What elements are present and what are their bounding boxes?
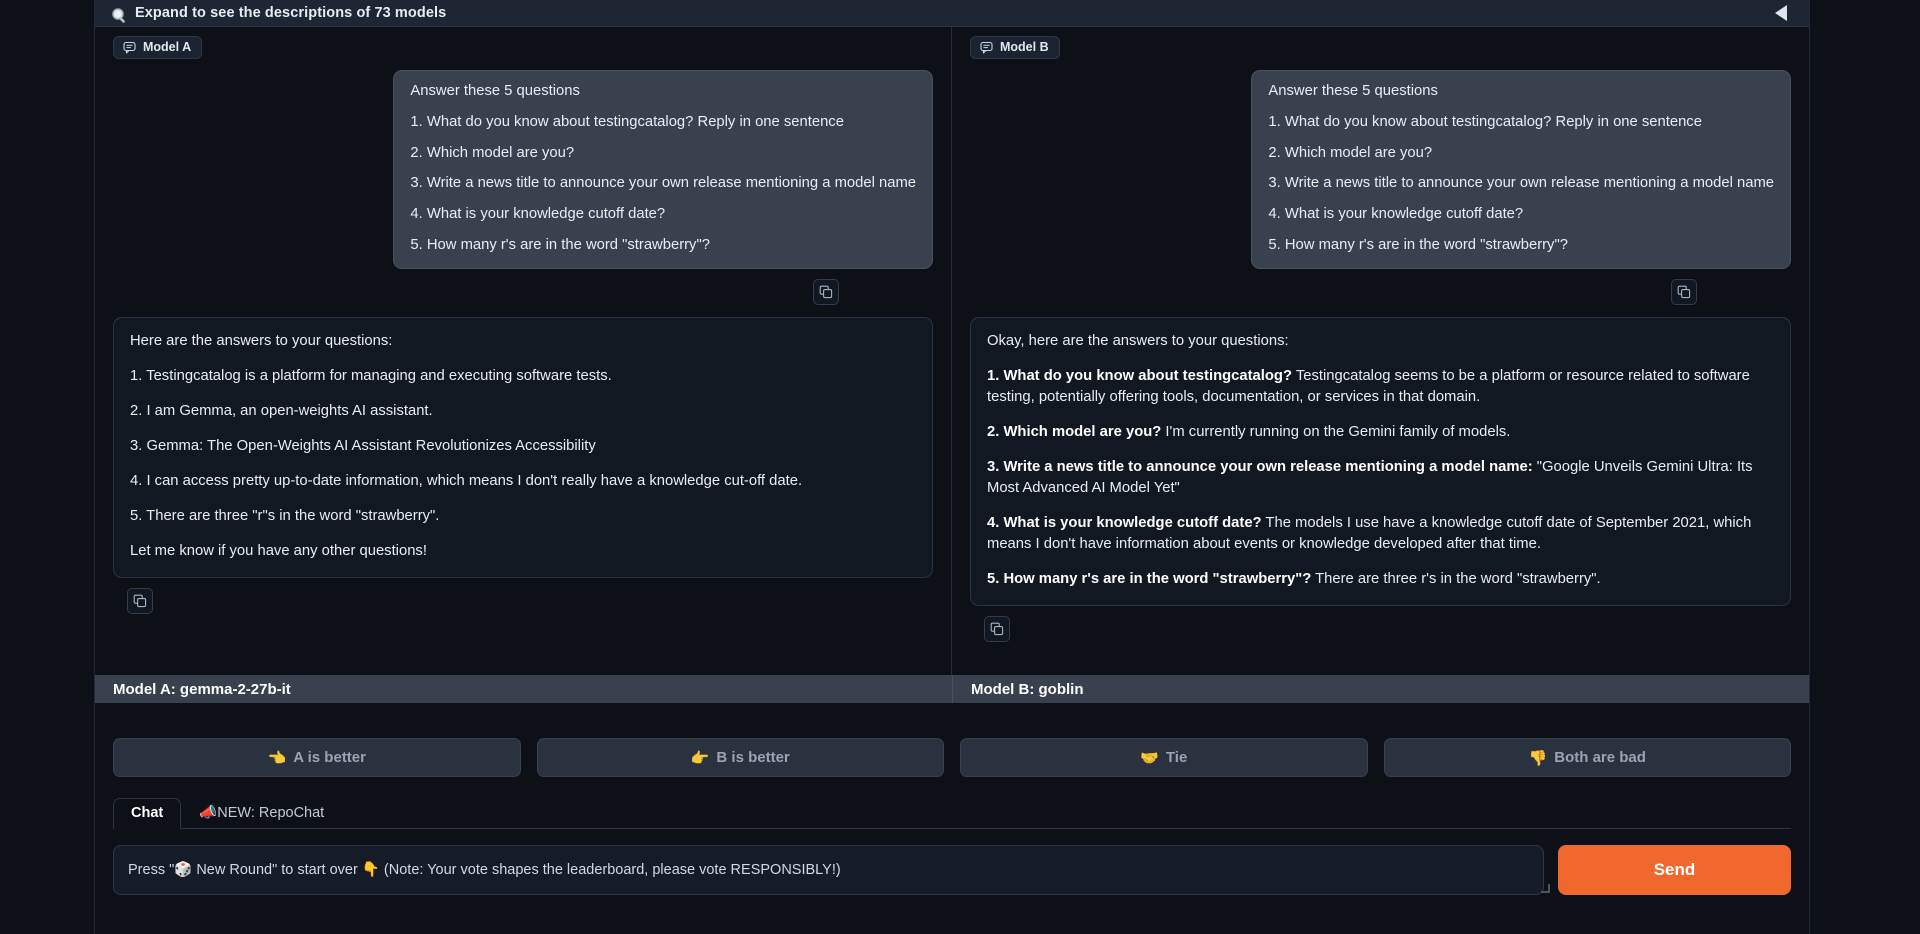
model-b-name-bar: Model B: goblin <box>952 675 1809 703</box>
model-name-bars: Model A: gemma-2-27b-it Model B: goblin <box>95 675 1809 703</box>
response-line: 3. Gemma: The Open-Weights AI Assistant … <box>130 436 916 457</box>
model-a-response-bubble: Here are the answers to your questions: … <box>113 317 933 578</box>
response-line: 1. Testingcatalog is a platform for mana… <box>130 366 916 387</box>
send-button[interactable]: Send <box>1558 845 1791 895</box>
model-b-response-copy-row <box>970 616 1791 642</box>
copy-icon[interactable] <box>1671 279 1697 305</box>
pointing-right-hand-icon: 👉 <box>691 749 710 767</box>
response-line: 2. I am Gemma, an open-weights AI assist… <box>130 401 916 422</box>
vote-both-bad-button[interactable]: 👎 Both are bad <box>1384 738 1792 777</box>
model-b-chip-label: Model B <box>1000 40 1049 54</box>
response-intro: Okay, here are the answers to your quest… <box>987 331 1774 352</box>
response-line: Here are the answers to your questions: <box>130 331 916 352</box>
vote-tie-button[interactable]: 🤝 Tie <box>960 738 1368 777</box>
model-a-column: Model A Answer these 5 questions 1. What… <box>95 27 952 675</box>
response-item: 3. Write a news title to announce your o… <box>987 457 1774 499</box>
response-item-question: 5. How many r's are in the word "strawbe… <box>987 571 1311 587</box>
copy-icon[interactable] <box>984 616 1010 642</box>
model-b-user-message-row: Answer these 5 questions 1. What do you … <box>970 70 1791 269</box>
expand-models-bar[interactable]: Expand to see the descriptions of 73 mod… <box>95 0 1809 27</box>
prompt-line: 1. What do you know about testingcatalog… <box>1268 115 1774 130</box>
model-a-prompt-bubble: Answer these 5 questions 1. What do you … <box>393 70 933 269</box>
response-item: 5. How many r's are in the word "strawbe… <box>987 569 1774 590</box>
pointing-left-hand-icon: 👈 <box>268 749 287 767</box>
chat-input-row: Send <box>113 845 1791 895</box>
thumbs-down-icon: 👎 <box>1529 749 1548 767</box>
response-item: 1. What do you know about testingcatalog… <box>987 366 1774 408</box>
response-item-question: 2. Which model are you? <box>987 424 1161 440</box>
prompt-line: 5. How many r's are in the word "strawbe… <box>1268 238 1774 253</box>
response-item-question: 1. What do you know about testingcatalog… <box>987 368 1292 384</box>
speech-bubble-icon <box>980 41 993 54</box>
model-comparison-columns: Model A Answer these 5 questions 1. What… <box>95 27 1809 675</box>
prompt-line: 4. What is your knowledge cutoff date? <box>1268 207 1774 222</box>
tab-bar: Chat 📣NEW: RepoChat <box>113 795 1791 829</box>
prompt-line: 2. Which model are you? <box>1268 146 1774 161</box>
chatbot-arena-app: Expand to see the descriptions of 73 mod… <box>0 0 1920 934</box>
tab-repochat[interactable]: 📣NEW: RepoChat <box>181 797 342 829</box>
prompt-line: 3. Write a news title to announce your o… <box>1268 176 1774 191</box>
response-item-answer: There are three r's in the word "strawbe… <box>1311 571 1600 587</box>
speech-bubble-icon <box>123 41 136 54</box>
handshake-icon: 🤝 <box>1140 749 1159 767</box>
prompt-line: Answer these 5 questions <box>1268 84 1774 99</box>
response-item-answer: I'm currently running on the Gemini fami… <box>1161 424 1510 440</box>
model-a-user-message-row: Answer these 5 questions 1. What do you … <box>113 70 933 269</box>
model-b-column: Model B Answer these 5 questions 1. What… <box>952 27 1809 675</box>
response-line: Let me know if you have any other questi… <box>130 541 916 562</box>
vote-b-label: B is better <box>716 749 789 766</box>
model-a-chip: Model A <box>113 36 202 59</box>
copy-icon[interactable] <box>127 588 153 614</box>
vote-tie-label: Tie <box>1166 749 1187 766</box>
vote-a-is-better-button[interactable]: 👈 A is better <box>113 738 521 777</box>
expand-models-label: Expand to see the descriptions of 73 mod… <box>135 5 446 21</box>
prompt-line: 1. What do you know about testingcatalog… <box>410 115 916 130</box>
model-b-response-row: Okay, here are the answers to your quest… <box>970 317 1791 606</box>
prompt-line: 4. What is your knowledge cutoff date? <box>410 207 916 222</box>
prompt-line: Answer these 5 questions <box>410 84 916 99</box>
prompt-line: 5. How many r's are in the word "strawbe… <box>410 238 916 253</box>
magnifier-icon <box>111 7 128 24</box>
response-item-question: 3. Write a news title to announce your o… <box>987 459 1533 475</box>
chat-input[interactable] <box>113 845 1544 895</box>
model-b-prompt-copy-row <box>970 279 1791 305</box>
model-a-response-row: Here are the answers to your questions: … <box>113 317 933 578</box>
vote-b-is-better-button[interactable]: 👉 B is better <box>537 738 945 777</box>
copy-icon[interactable] <box>813 279 839 305</box>
model-a-chip-label: Model A <box>143 40 191 54</box>
model-a-name-bar: Model A: gemma-2-27b-it <box>95 675 952 703</box>
vote-a-label: A is better <box>293 749 366 766</box>
prompt-line: 3. Write a news title to announce your o… <box>410 176 916 191</box>
model-a-response-copy-row <box>113 588 933 614</box>
response-item: 2. Which model are you? I'm currently ru… <box>987 422 1774 443</box>
response-item: 4. What is your knowledge cutoff date? T… <box>987 513 1774 555</box>
response-line: 5. There are three "r"s in the word "str… <box>130 506 916 527</box>
model-a-prompt-copy-row <box>113 279 933 305</box>
response-item-question: 4. What is your knowledge cutoff date? <box>987 515 1262 531</box>
main-frame: Expand to see the descriptions of 73 mod… <box>94 0 1810 934</box>
tab-chat[interactable]: Chat <box>113 798 181 829</box>
vote-button-group: 👈 A is better 👉 B is better 🤝 Tie 👎 Both… <box>95 738 1809 777</box>
prompt-line: 2. Which model are you? <box>410 146 916 161</box>
model-b-response-bubble: Okay, here are the answers to your quest… <box>970 317 1791 606</box>
model-b-prompt-bubble: Answer these 5 questions 1. What do you … <box>1251 70 1791 269</box>
model-b-chip: Model B <box>970 36 1060 59</box>
vote-both-bad-label: Both are bad <box>1554 749 1646 766</box>
response-line: 4. I can access pretty up-to-date inform… <box>130 471 916 492</box>
collapse-left-arrow-icon[interactable] <box>1775 5 1787 21</box>
